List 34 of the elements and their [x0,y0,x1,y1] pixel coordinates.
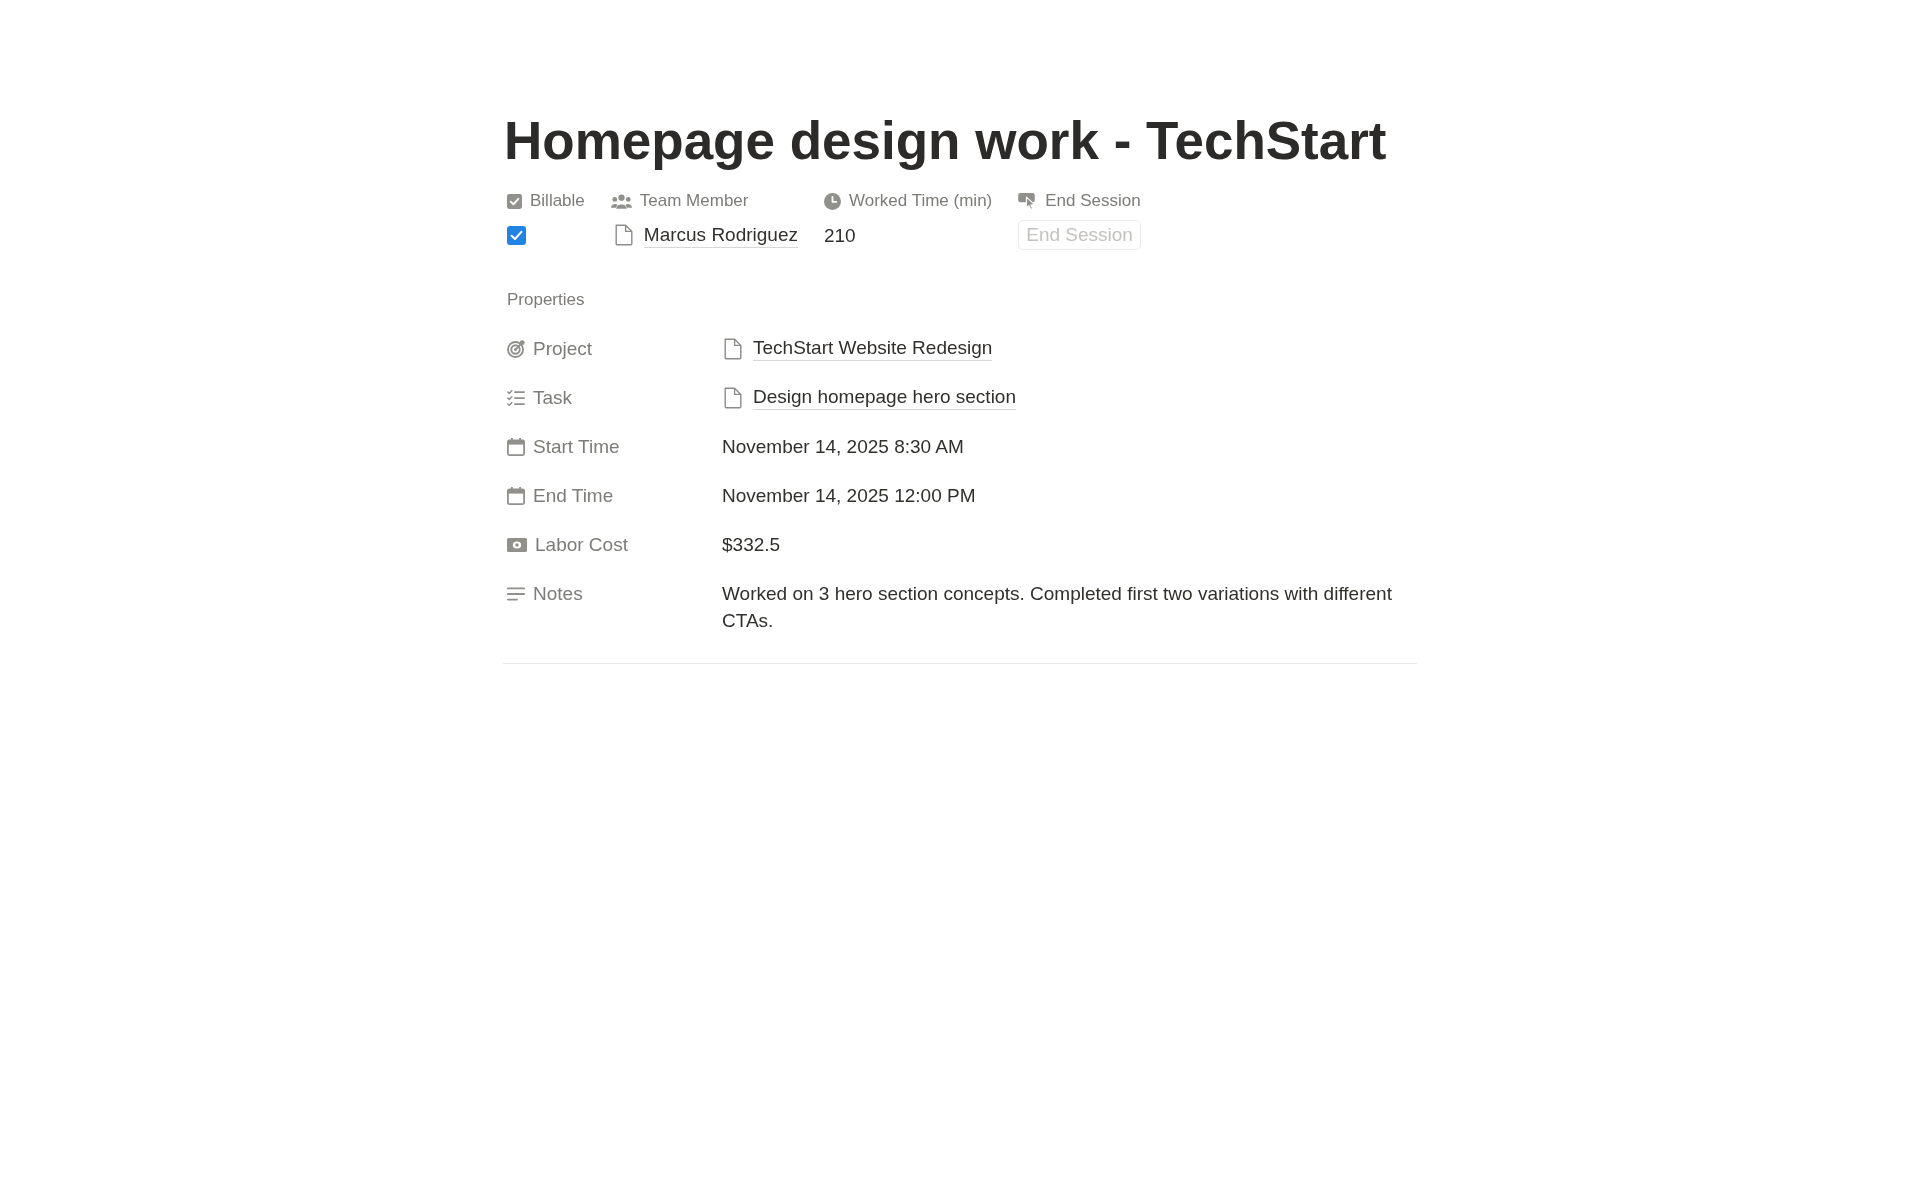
property-label: Labor Cost [535,533,628,556]
page-title: Homepage design work - TechStart [503,110,1388,172]
checkbox[interactable] [507,225,526,245]
property-label: Project [533,337,593,360]
property-value: $332.5 [722,533,782,557]
property-label: Billable [530,191,585,211]
property-value: November 14, 2025 8:30 AM [722,435,965,459]
property-label: End Time [533,484,614,507]
check-square-icon [507,193,522,209]
section-heading: Properties [506,289,586,311]
property-label: Task [533,386,573,409]
target-icon [507,339,525,358]
checklist-icon [507,389,525,406]
document-icon [614,224,633,246]
property-label: End Session [1045,191,1141,211]
property-value: Worked on 3 hero section concepts. Completed first two variations with different CTAs. [722,582,1393,633]
text-lines-icon [507,586,525,601]
document-icon [724,337,742,360]
property-label: Team Member [639,191,749,211]
banknote-icon [507,537,527,552]
property-value: 210 [824,223,856,248]
property-label: Notes [533,582,583,605]
people-icon [610,193,632,209]
clock-icon [824,192,841,210]
calendar-icon [507,486,525,505]
property-label: Worked Time (min) [849,191,993,211]
page-link[interactable]: Design homepage hero section [753,385,1016,410]
page-link[interactable]: TechStart Website Redesign [753,336,993,361]
cursor-button-icon [1018,192,1038,210]
page-link[interactable]: Marcus Rodriguez [643,222,798,248]
document-icon [724,386,742,409]
property-value: November 14, 2025 12:00 PM [722,484,977,508]
property-label: Start Time [533,435,620,458]
calendar-icon [507,437,525,456]
